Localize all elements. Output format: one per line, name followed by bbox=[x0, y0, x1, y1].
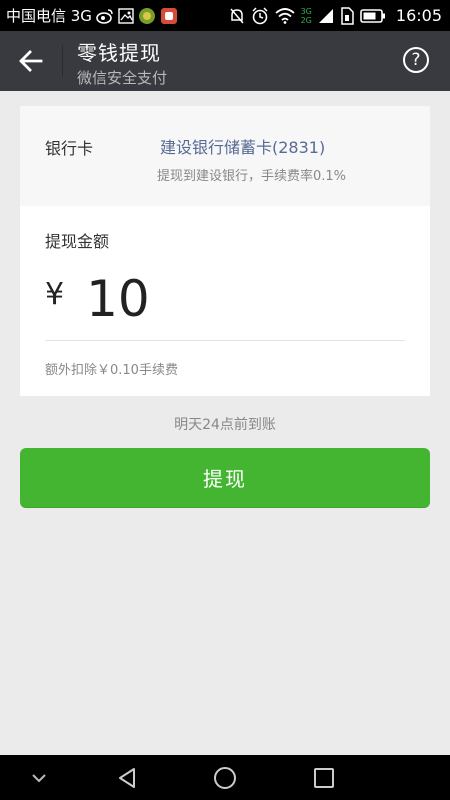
app-notification-icon bbox=[138, 7, 156, 25]
clock-text: 16:05 bbox=[395, 6, 442, 25]
weibo-icon bbox=[96, 8, 114, 24]
status-bar: 中国电信 3G 3G 2G 16:05 bbox=[0, 0, 450, 31]
network-type-indicator: 3G 2G bbox=[301, 7, 312, 25]
red-app-icon bbox=[160, 7, 178, 25]
amount-input[interactable] bbox=[86, 270, 347, 328]
network-top-label: 3G bbox=[300, 6, 312, 16]
withdraw-button[interactable]: 提现 bbox=[20, 448, 430, 508]
sim-icon bbox=[340, 6, 354, 25]
withdraw-card: 银行卡 建设银行储蓄卡(2831) 提现到建设银行，手续费率0.1% 提现金额 … bbox=[20, 106, 430, 396]
alarm-icon bbox=[251, 6, 269, 25]
gallery-icon bbox=[118, 7, 134, 24]
bank-card-label: 银行卡 bbox=[45, 139, 94, 158]
amount-label: 提现金额 bbox=[45, 232, 110, 251]
back-triangle-icon bbox=[119, 767, 135, 788]
navigation-bar bbox=[0, 755, 450, 800]
signal-icon bbox=[318, 8, 334, 24]
currency-symbol: ¥ bbox=[45, 276, 65, 312]
nav-home-button[interactable] bbox=[204, 755, 246, 800]
fee-deduction-note: 额外扣除￥0.10手续费 bbox=[45, 363, 178, 378]
arrival-time-note: 明天24点前到账 bbox=[174, 417, 276, 433]
arrow-left-icon bbox=[19, 50, 43, 72]
back-button[interactable] bbox=[14, 45, 48, 77]
silent-mode-icon bbox=[229, 7, 245, 25]
network-bottom-label: 2G bbox=[300, 15, 312, 25]
question-mark-icon: ? bbox=[411, 50, 421, 70]
chevron-down-icon bbox=[32, 773, 46, 782]
page-title: 零钱提现 bbox=[77, 41, 161, 65]
bank-card-section[interactable]: 银行卡 建设银行储蓄卡(2831) 提现到建设银行，手续费率0.1% bbox=[20, 106, 430, 206]
nav-back-button[interactable] bbox=[107, 755, 147, 800]
nav-recents-button[interactable] bbox=[303, 755, 345, 800]
title-divider bbox=[62, 45, 63, 77]
page-subtitle: 微信安全支付 bbox=[77, 69, 168, 87]
help-button[interactable]: ? bbox=[403, 47, 429, 73]
bank-card-selector[interactable]: 建设银行储蓄卡(2831) bbox=[160, 134, 325, 158]
home-circle-icon bbox=[214, 766, 236, 789]
carrier-text: 中国电信 3G bbox=[6, 7, 92, 25]
hide-keyboard-button[interactable] bbox=[22, 755, 56, 800]
amount-row: ¥ bbox=[45, 264, 405, 334]
amount-underline bbox=[45, 340, 405, 341]
title-bar: 零钱提现 微信安全支付 ? bbox=[0, 31, 450, 91]
wifi-icon bbox=[274, 7, 295, 24]
bank-fee-note: 提现到建设银行，手续费率0.1% bbox=[157, 169, 347, 184]
battery-icon bbox=[360, 8, 386, 24]
recents-square-icon bbox=[314, 767, 334, 788]
